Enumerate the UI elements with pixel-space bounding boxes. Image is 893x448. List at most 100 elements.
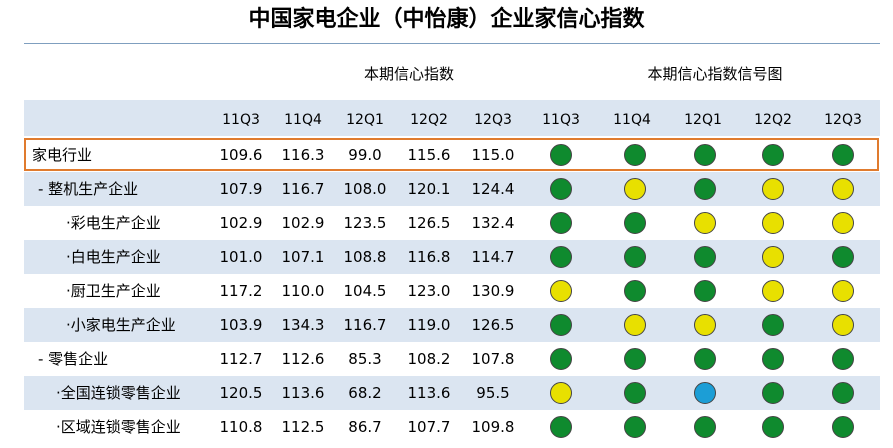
row-label: ·全国连锁零售企业 xyxy=(56,384,181,402)
signal-column-header: 12Q3 xyxy=(824,112,862,128)
signal-dot-green xyxy=(550,212,572,234)
signal-dot-green xyxy=(550,348,572,370)
value-column-header: 12Q3 xyxy=(474,112,512,128)
index-value: 101.0 xyxy=(219,248,263,266)
signal-dot-yellow xyxy=(832,314,854,336)
signal-dot-green xyxy=(624,280,646,302)
index-value: 86.7 xyxy=(348,418,382,436)
signal-dot-green xyxy=(694,178,716,200)
signal-dot-blue xyxy=(694,382,716,404)
signal-column-header: 11Q3 xyxy=(542,112,580,128)
signal-dot-green xyxy=(624,212,646,234)
index-value: 123.0 xyxy=(407,282,451,300)
signal-dot-yellow xyxy=(832,280,854,302)
row-label: ·彩电生产企业 xyxy=(66,214,161,232)
signal-dot-yellow xyxy=(762,246,784,268)
row-label: ·区域连锁零售企业 xyxy=(56,418,181,436)
index-value: 109.8 xyxy=(471,418,515,436)
signal-dot-green xyxy=(762,314,784,336)
signal-dot-green xyxy=(832,382,854,404)
index-value: 132.4 xyxy=(471,214,515,232)
row-label: - 整机生产企业 xyxy=(38,180,139,198)
signal-dot-green xyxy=(762,416,784,438)
index-value: 103.9 xyxy=(219,316,263,334)
signal-column-header: 11Q4 xyxy=(613,112,651,128)
signal-dot-green xyxy=(694,246,716,268)
index-value: 119.0 xyxy=(407,316,451,334)
signal-dot-green xyxy=(762,382,784,404)
values-group-header: 本期信心指数 xyxy=(363,65,454,83)
signal-dot-green xyxy=(624,382,646,404)
index-value: 130.9 xyxy=(471,282,515,300)
value-column-header: 12Q2 xyxy=(410,112,448,128)
value-column-header: 11Q3 xyxy=(222,112,260,128)
index-value: 110.0 xyxy=(281,282,325,300)
signal-dot-green xyxy=(624,246,646,268)
index-value: 134.3 xyxy=(281,316,325,334)
signal-dot-green xyxy=(624,416,646,438)
signal-dot-yellow xyxy=(762,212,784,234)
signal-dot-yellow xyxy=(694,212,716,234)
signal-dot-green xyxy=(550,416,572,438)
signal-dot-green xyxy=(762,348,784,370)
index-value: 112.7 xyxy=(219,350,263,368)
index-value: 112.6 xyxy=(281,350,325,368)
index-value: 107.7 xyxy=(407,418,451,436)
index-value: 104.5 xyxy=(343,282,387,300)
signal-dot-yellow xyxy=(624,314,646,336)
page-title: 中国家电企业（中怡康）企业家信心指数 xyxy=(248,7,645,32)
index-value: 117.2 xyxy=(219,282,263,300)
index-value: 112.5 xyxy=(281,418,325,436)
signal-dot-green xyxy=(694,280,716,302)
index-value: 120.1 xyxy=(407,180,451,198)
signal-dot-yellow xyxy=(694,314,716,336)
index-value: 113.6 xyxy=(281,384,325,402)
signal-dot-green xyxy=(832,246,854,268)
signal-dot-yellow xyxy=(550,280,572,302)
index-value: 85.3 xyxy=(348,350,382,368)
signal-dot-green xyxy=(550,314,572,336)
index-value: 108.2 xyxy=(407,350,451,368)
signal-dot-green xyxy=(624,348,646,370)
index-value: 113.6 xyxy=(407,384,451,402)
signal-dot-green xyxy=(694,416,716,438)
signal-dot-yellow xyxy=(762,280,784,302)
index-value: 126.5 xyxy=(471,316,515,334)
top-divider xyxy=(24,43,880,44)
signal-dot-yellow xyxy=(832,178,854,200)
index-value: 116.7 xyxy=(281,180,325,198)
index-value: 102.9 xyxy=(219,214,263,232)
index-value: 120.5 xyxy=(219,384,263,402)
row-label: ·小家电生产企业 xyxy=(66,316,176,334)
index-value: 108.0 xyxy=(343,180,387,198)
index-value: 110.8 xyxy=(219,418,263,436)
row-label: - 零售企业 xyxy=(38,350,109,368)
signal-dot-yellow xyxy=(624,178,646,200)
signal-dot-yellow xyxy=(550,382,572,404)
index-value: 95.5 xyxy=(476,384,510,402)
index-value: 102.9 xyxy=(281,214,325,232)
signals-group-header: 本期信心指数信号图 xyxy=(647,65,783,83)
index-value: 107.8 xyxy=(471,350,515,368)
highlight-frame xyxy=(24,138,879,171)
index-value: 116.7 xyxy=(343,316,387,334)
signal-dot-green xyxy=(832,416,854,438)
signal-dot-yellow xyxy=(762,178,784,200)
signal-column-header: 12Q2 xyxy=(754,112,792,128)
index-value: 107.1 xyxy=(281,248,325,266)
index-value: 68.2 xyxy=(348,384,382,402)
signal-dot-green xyxy=(550,178,572,200)
index-value: 126.5 xyxy=(407,214,451,232)
index-value: 108.8 xyxy=(343,248,387,266)
signal-column-header: 12Q1 xyxy=(684,112,722,128)
index-value: 116.8 xyxy=(407,248,451,266)
value-column-header: 12Q1 xyxy=(346,112,384,128)
signal-dot-green xyxy=(694,348,716,370)
row-label: ·白电生产企业 xyxy=(66,248,161,266)
index-value: 107.9 xyxy=(219,180,263,198)
signal-dot-green xyxy=(550,246,572,268)
row-label: ·厨卫生产企业 xyxy=(66,282,161,300)
index-value: 124.4 xyxy=(471,180,515,198)
signal-dot-green xyxy=(832,348,854,370)
value-column-header: 11Q4 xyxy=(284,112,322,128)
